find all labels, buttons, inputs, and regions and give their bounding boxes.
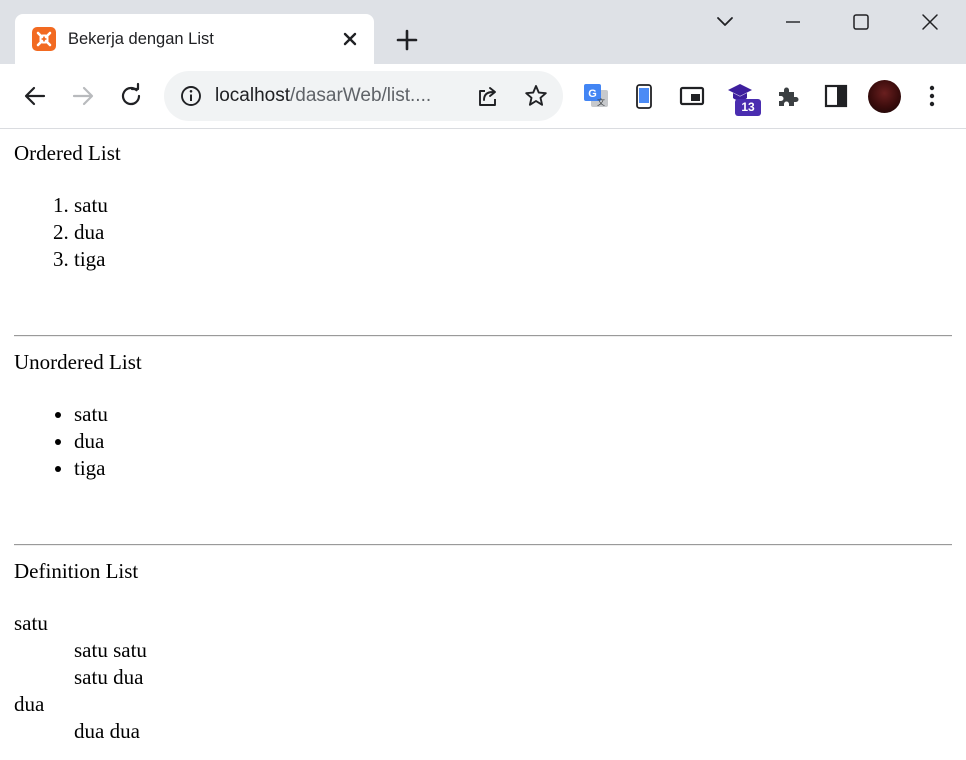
site-info-icon[interactable]: [177, 82, 205, 110]
page-content: Ordered List satu dua tiga Unordered Lis…: [0, 129, 966, 760]
ordered-list-heading: Ordered List: [14, 141, 121, 165]
extensions-puzzle-icon[interactable]: [774, 82, 802, 110]
unordered-list: satu dua tiga: [14, 401, 108, 482]
share-icon[interactable]: [474, 82, 502, 110]
maximize-icon[interactable]: [846, 10, 876, 36]
tab-search-icon[interactable]: [710, 10, 740, 36]
list-item: tiga: [74, 246, 108, 273]
definition-description: satu satu: [74, 638, 147, 662]
url-host: localhost: [215, 85, 290, 106]
definition-term: dua: [14, 692, 45, 716]
svg-text:文: 文: [597, 97, 605, 107]
definition-description: satu dua: [74, 665, 144, 689]
tab-title: Bekerja dengan List: [68, 30, 214, 48]
browser-window: Bekerja dengan List localhost/dasarWeb/l…: [0, 0, 966, 760]
tab-strip: Bekerja dengan List: [0, 0, 966, 64]
extension-badge: 13: [735, 99, 761, 116]
picture-in-picture-icon[interactable]: [678, 82, 706, 110]
list-item: satu: [74, 192, 108, 219]
list-item: dua: [74, 428, 108, 455]
close-tab-icon[interactable]: [339, 28, 361, 50]
url-path: /dasarWeb/list....: [290, 85, 432, 106]
close-window-icon[interactable]: [915, 10, 945, 36]
forward-icon[interactable]: [69, 82, 97, 110]
definition-list-heading: Definition List: [14, 559, 139, 583]
list-item: satu: [74, 401, 108, 428]
tab-active[interactable]: Bekerja dengan List: [15, 14, 374, 64]
google-translate-icon[interactable]: G 文: [582, 82, 610, 110]
definition-list: satu satu satu satu dua dua dua dua: [14, 610, 147, 745]
ordered-list: satu dua tiga: [14, 192, 108, 273]
list-item: tiga: [74, 455, 108, 482]
divider: [14, 544, 952, 546]
definition-term: satu: [14, 611, 48, 635]
phone-icon[interactable]: [630, 82, 658, 110]
reload-icon[interactable]: [117, 82, 145, 110]
svg-text:G: G: [588, 88, 597, 100]
xampp-icon: [32, 27, 56, 51]
list-item: dua: [74, 219, 108, 246]
more-menu-icon[interactable]: [918, 82, 946, 110]
avatar[interactable]: [868, 80, 901, 113]
unordered-list-heading: Unordered List: [14, 350, 142, 374]
side-panel-icon[interactable]: [822, 82, 850, 110]
new-tab-icon[interactable]: [393, 26, 421, 54]
back-icon[interactable]: [21, 82, 49, 110]
bookmark-star-icon[interactable]: [522, 82, 550, 110]
divider: [14, 335, 952, 337]
minimize-icon[interactable]: [778, 10, 808, 36]
definition-description: dua dua: [74, 719, 140, 743]
url-text: localhost/dasarWeb/list....: [215, 85, 431, 107]
address-bar[interactable]: localhost/dasarWeb/list....: [164, 71, 563, 121]
toolbar: localhost/dasarWeb/list.... G 文 13: [0, 64, 966, 129]
